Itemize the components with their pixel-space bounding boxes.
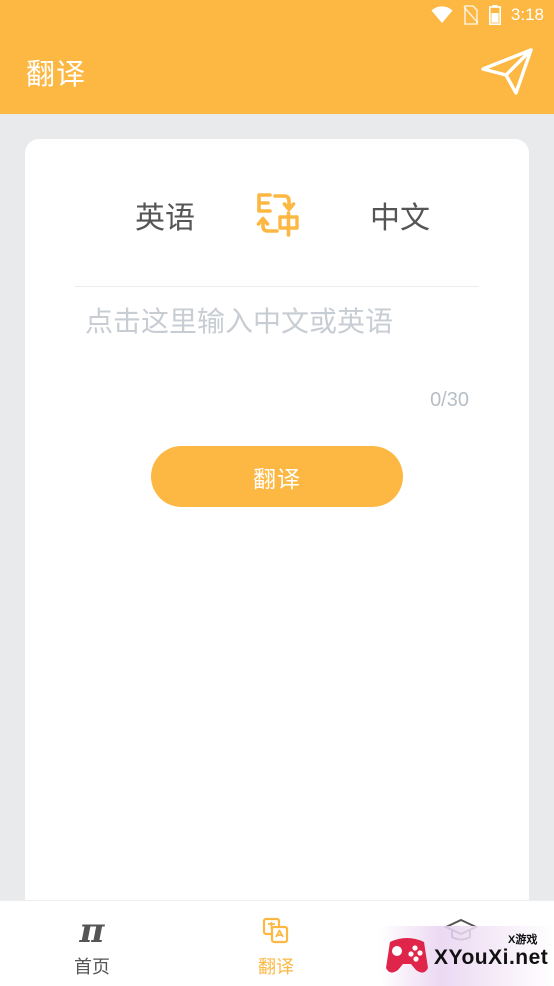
translate-button[interactable]: 翻译 [151, 446, 403, 507]
watermark: X游戏 XYouXi.net [380, 926, 554, 986]
status-time: 3:18 [510, 5, 544, 24]
wifi-icon [431, 6, 453, 24]
gamepad-logo-icon [384, 934, 430, 978]
watermark-text: XYouXi.net [434, 946, 549, 969]
target-language-button[interactable]: 中文 [350, 193, 450, 237]
nav-item-label: 首页 [74, 957, 110, 978]
battery-icon [488, 5, 501, 25]
divider [75, 286, 479, 287]
source-language-button[interactable]: 英语 [115, 193, 215, 237]
status-bar: 3:18 [0, 0, 554, 30]
send-icon[interactable] [478, 43, 536, 101]
swap-language-icon[interactable] [251, 189, 301, 239]
language-selector: 英语 中文 [25, 179, 529, 249]
nav-item-label: 翻译 [258, 957, 294, 978]
sim-off-icon [463, 5, 479, 25]
pi-icon: π [79, 911, 105, 951]
translate-input[interactable] [85, 302, 475, 392]
translate-icon [262, 911, 290, 951]
nav-item-translate[interactable]: 翻译 [221, 911, 331, 981]
screen: 3:18 翻译 英语 中文 点击这里输入中文或英语 0/30 翻译 π 首页 翻… [0, 0, 554, 986]
nav-item-home[interactable]: π 首页 [37, 911, 147, 981]
char-counter: 0/30 [430, 389, 469, 411]
app-bar: 翻译 [0, 30, 554, 114]
page-title: 翻译 [26, 57, 87, 91]
watermark-small-text: X游戏 [508, 934, 538, 946]
translate-card: 英语 中文 0/30 翻译 [25, 139, 529, 919]
